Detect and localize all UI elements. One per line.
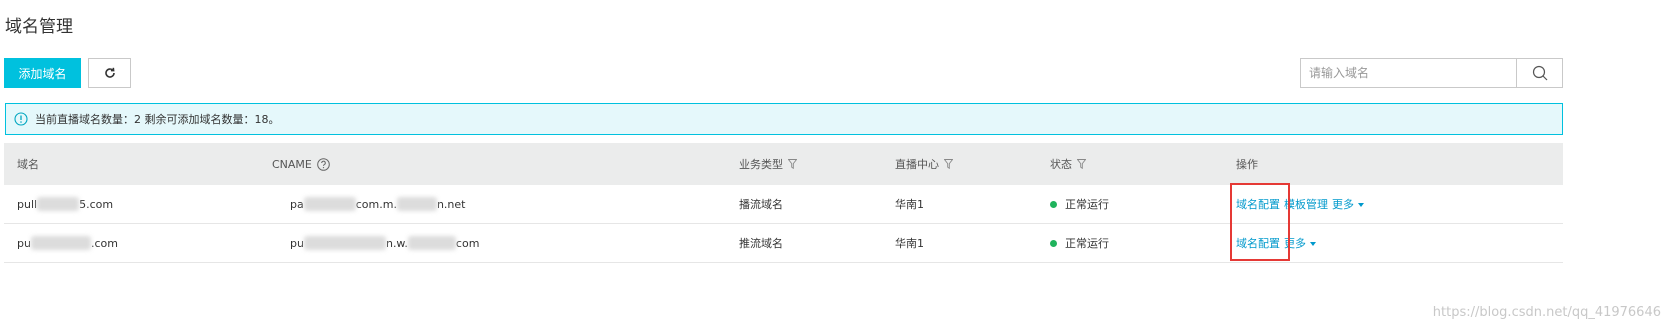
more-menu-link[interactable]: 更多 xyxy=(1332,196,1364,212)
cname-cell: pu n.w. com xyxy=(290,236,480,250)
domain-cell: pu .com xyxy=(17,236,118,250)
center-cell: 华南1 xyxy=(895,237,924,250)
refresh-icon xyxy=(104,67,115,78)
help-icon[interactable] xyxy=(317,157,330,171)
table-header: 域名 CNAME 业务类型 直播中心 状态 操作 xyxy=(4,143,1563,185)
table-row: pull 5.com pa com.m. n.net 播流域名 华南1 正常运行 域名… xyxy=(4,185,1563,224)
table-row: pu .com pu n.w. com 推流域名 华南1 正常运行 域名配置 更多 xyxy=(4,224,1563,263)
search-input[interactable] xyxy=(1301,59,1516,87)
watermark: https://blog.csdn.net/qq_41976646 xyxy=(1432,305,1661,320)
column-center: 直播中心 xyxy=(895,143,953,185)
status-dot-icon xyxy=(1050,200,1057,208)
domain-config-link[interactable]: 域名配置 xyxy=(1236,235,1280,251)
notice-text: 当前直播域名数量：2 剩余可添加域名数量：18。 xyxy=(35,113,280,126)
type-cell: 推流域名 xyxy=(739,237,783,250)
redacted-mask xyxy=(303,197,356,211)
search-icon xyxy=(1532,65,1547,81)
column-type: 业务类型 xyxy=(739,143,797,185)
filter-icon[interactable] xyxy=(1077,159,1086,169)
redacted-mask xyxy=(37,197,80,211)
domain-cell: pull 5.com xyxy=(17,197,114,211)
caret-down-icon xyxy=(1358,203,1364,207)
cname-cell: pa com.m. n.net xyxy=(290,197,466,211)
filter-icon[interactable] xyxy=(944,159,953,169)
column-cname: CNAME xyxy=(272,143,330,185)
type-cell: 播流域名 xyxy=(739,198,783,211)
status-cell: 正常运行 xyxy=(1050,224,1109,262)
redacted-mask xyxy=(303,236,386,250)
redacted-mask xyxy=(407,236,456,250)
domain-config-link[interactable]: 域名配置 xyxy=(1236,196,1280,212)
column-ops: 操作 xyxy=(1236,158,1258,171)
filter-icon[interactable] xyxy=(788,159,797,169)
more-menu-link[interactable]: 更多 xyxy=(1284,235,1316,251)
refresh-button[interactable] xyxy=(88,58,131,88)
add-domain-button[interactable]: 添加域名 xyxy=(4,58,81,88)
info-notice: 当前直播域名数量：2 剩余可添加域名数量：18。 xyxy=(5,103,1563,135)
ops-cell: 域名配置 模板管理 更多 xyxy=(1236,185,1364,223)
page-title: 域名管理 xyxy=(5,17,73,37)
caret-down-icon xyxy=(1310,242,1316,246)
ops-cell: 域名配置 更多 xyxy=(1236,224,1316,262)
column-domain: 域名 xyxy=(17,158,39,171)
column-status: 状态 xyxy=(1050,143,1086,185)
redacted-mask xyxy=(30,236,91,250)
domain-search xyxy=(1300,58,1563,88)
template-manage-link[interactable]: 模板管理 xyxy=(1284,196,1328,212)
search-button[interactable] xyxy=(1516,59,1562,87)
redacted-mask xyxy=(396,197,437,211)
status-cell: 正常运行 xyxy=(1050,185,1109,223)
status-dot-icon xyxy=(1050,239,1057,247)
center-cell: 华南1 xyxy=(895,198,924,211)
info-icon xyxy=(14,112,28,126)
domain-table: 域名 CNAME 业务类型 直播中心 状态 操作 pull 5.com pa c… xyxy=(4,143,1563,263)
